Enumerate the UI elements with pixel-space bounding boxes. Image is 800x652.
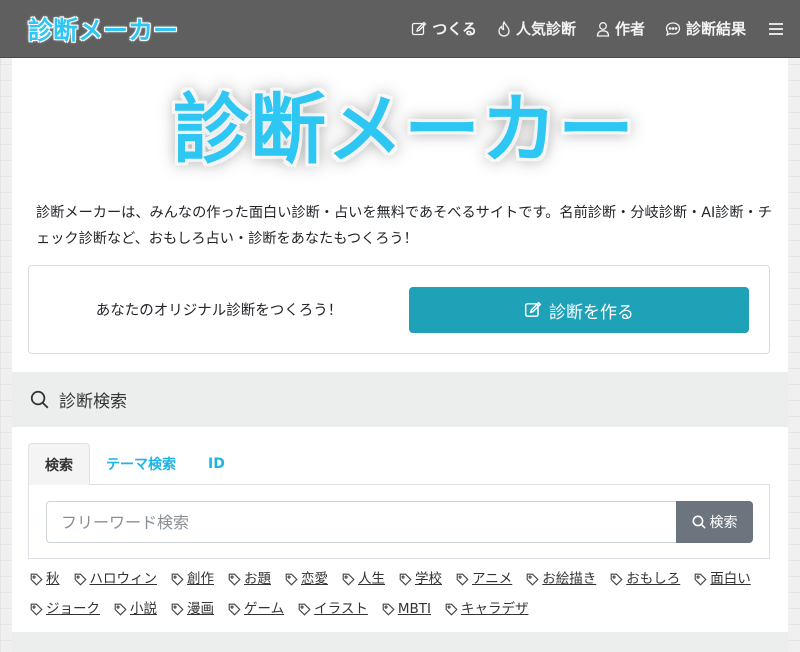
edit-icon xyxy=(524,301,542,317)
tag-link[interactable]: お絵描き xyxy=(526,564,596,594)
hamburger-icon xyxy=(769,22,783,35)
tag-link[interactable]: MBTI xyxy=(382,594,431,624)
tag-row: 秋 ハロウィン 創作 お題 恋愛 人生 学校 アニメ お絵描き おもしろ 面白い xyxy=(30,564,780,594)
tag-link[interactable]: お題 xyxy=(228,564,271,594)
search-tab-panel: 検索 xyxy=(28,485,770,559)
hero-banner: 診断メーカー xyxy=(12,58,788,188)
tag-icon xyxy=(171,573,184,586)
tag-link[interactable]: 恋愛 xyxy=(285,564,328,594)
intro-text: 診断メーカーは、みんなの作った面白い診断・占いを無料であそべるサイトです。名前診… xyxy=(36,205,772,247)
nav-results-label: 診断結果 xyxy=(685,20,746,38)
tag-link[interactable]: イラスト xyxy=(298,594,368,624)
search-button[interactable]: 検索 xyxy=(676,501,753,543)
tag-icon xyxy=(228,573,241,586)
tag-link[interactable]: キャラデザ xyxy=(445,594,529,624)
create-diagnosis-button[interactable]: 診断を作る xyxy=(409,287,749,333)
section-divider xyxy=(12,632,788,652)
hamburger-menu-button[interactable] xyxy=(768,22,784,36)
tag-link[interactable]: アニメ xyxy=(456,564,512,594)
search-input[interactable] xyxy=(46,501,676,543)
tag-label: 漫画 xyxy=(187,601,214,617)
tag-icon xyxy=(30,573,43,586)
tag-label: 創作 xyxy=(187,571,214,587)
tag-label: 人生 xyxy=(358,571,385,587)
tag-label: 面白い xyxy=(710,571,751,587)
tag-icon xyxy=(342,573,355,586)
tag-icon xyxy=(114,603,127,616)
nav-popular-label: 人気診断 xyxy=(515,20,576,38)
fire-icon xyxy=(498,20,510,37)
tag-icon xyxy=(610,573,623,586)
create-button-label: 診断を作る xyxy=(549,302,634,323)
tag-link[interactable]: 学校 xyxy=(399,564,442,594)
search-tabs: 検索 テーマ検索 ID xyxy=(28,443,770,486)
search-header-label: 診断検索 xyxy=(59,392,127,412)
chat-icon xyxy=(665,21,681,36)
nav-author-label: 作者 xyxy=(614,20,645,38)
tag-icon xyxy=(74,573,87,586)
tag-label: アニメ xyxy=(472,571,513,587)
search-icon xyxy=(30,390,49,409)
person-icon xyxy=(596,21,610,37)
tag-label: お題 xyxy=(244,571,271,587)
tab-id[interactable]: ID xyxy=(192,443,241,485)
tag-icon xyxy=(382,603,395,616)
tag-link[interactable]: ハロウィン xyxy=(74,564,158,594)
tab-theme-search[interactable]: テーマ検索 xyxy=(90,443,192,485)
tag-link[interactable]: 創作 xyxy=(171,564,214,594)
tag-link[interactable]: 漫画 xyxy=(171,594,214,624)
tag-icon xyxy=(694,573,707,586)
tag-link[interactable]: 小説 xyxy=(114,594,157,624)
tag-row: ジョーク 小説 漫画 ゲーム イラスト MBTI キャラデザ xyxy=(30,594,780,624)
edit-icon xyxy=(412,21,427,35)
search-icon xyxy=(692,515,706,529)
tab-search[interactable]: 検索 xyxy=(28,443,90,486)
nav-create-label: つくる xyxy=(432,20,477,38)
tag-link[interactable]: おもしろ xyxy=(610,564,680,594)
nav-author-link[interactable]: 作者 xyxy=(596,18,645,39)
tag-icon xyxy=(285,573,298,586)
nav-results-link[interactable]: 診断結果 xyxy=(665,18,746,39)
tag-link[interactable]: 秋 xyxy=(30,564,60,594)
tag-icon xyxy=(298,603,311,616)
tag-icon xyxy=(228,603,241,616)
tag-link[interactable]: ゲーム xyxy=(228,594,284,624)
tag-label: 学校 xyxy=(415,571,442,587)
search-button-label: 検索 xyxy=(709,515,738,531)
tag-link[interactable]: 人生 xyxy=(342,564,385,594)
tag-icon xyxy=(399,573,412,586)
create-prompt: あなたのオリジナル診断をつくろう！ xyxy=(95,303,343,319)
tag-icon xyxy=(526,573,539,586)
tag-label: キャラデザ xyxy=(460,601,529,617)
tag-label: お絵描き xyxy=(542,571,597,587)
tag-link[interactable]: ジョーク xyxy=(30,594,100,624)
tag-label: イラスト xyxy=(314,601,368,617)
tag-label: ハロウィン xyxy=(89,571,158,587)
tag-label: ゲーム xyxy=(244,601,285,617)
search-section-header: 診断検索 xyxy=(12,372,788,427)
tag-label: 秋 xyxy=(46,571,60,587)
tag-link[interactable]: 面白い xyxy=(694,564,751,594)
top-navbar: 診断メーカー つくる 人気診断 作者 診断結果 xyxy=(0,0,800,58)
main-container: 診断メーカー 診断メーカーは、みんなの作った面白い診断・占いを無料であそべるサイ… xyxy=(12,58,788,652)
tag-label: おもしろ xyxy=(626,571,681,587)
nav-popular-link[interactable]: 人気診断 xyxy=(497,18,576,39)
tag-label: ジョーク xyxy=(46,601,100,617)
tag-label: 恋愛 xyxy=(301,571,328,587)
tag-icon xyxy=(30,603,43,616)
tag-icon xyxy=(445,603,458,616)
nav-links: つくる 人気診断 作者 診断結果 xyxy=(391,18,784,39)
tag-icon xyxy=(456,573,469,586)
create-diagnosis-card: あなたのオリジナル診断をつくろう！ 診断を作る xyxy=(28,265,770,354)
tag-icon xyxy=(171,603,184,616)
hero-title: 診断メーカー xyxy=(173,85,635,174)
nav-create-link[interactable]: つくる xyxy=(411,18,477,39)
tag-label: 小説 xyxy=(130,601,157,617)
tag-list: 秋 ハロウィン 創作 お題 恋愛 人生 学校 アニメ お絵描き おもしろ 面白い ジョーク 小説 漫画 ゲ… xyxy=(30,564,780,624)
tag-label: MBTI xyxy=(397,601,431,617)
brand-logo[interactable]: 診断メーカー xyxy=(28,11,178,47)
